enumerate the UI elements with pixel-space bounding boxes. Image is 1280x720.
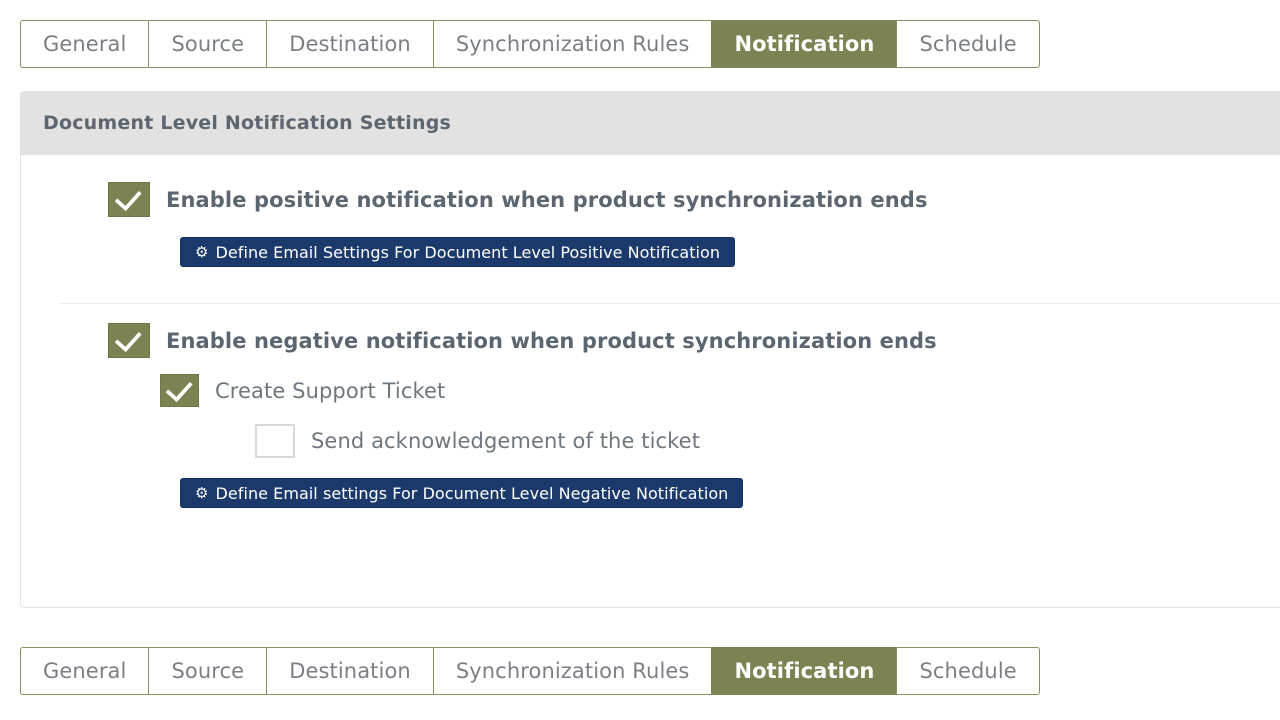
button-label: Define Email Settings For Document Level… <box>215 242 721 262</box>
notification-settings-panel: Document Level Notification Settings Ena… <box>20 91 1280 608</box>
define-email-settings-negative-button[interactable]: ⚙ Define Email settings For Document Lev… <box>180 478 744 508</box>
negative-button-row: ⚙ Define Email settings For Document Lev… <box>180 478 1280 508</box>
tab-general-bottom[interactable]: General <box>20 647 149 695</box>
check-icon <box>165 374 193 403</box>
create-support-ticket-checkbox[interactable] <box>160 374 199 407</box>
create-support-ticket-label: Create Support Ticket <box>215 378 446 403</box>
tab-label: Notification <box>734 32 875 56</box>
tab-bar-top: General Source Destination Synchronizati… <box>20 20 1040 68</box>
tab-label: Source <box>171 32 245 56</box>
tab-label: Source <box>171 659 245 683</box>
create-support-ticket-row: Create Support Ticket <box>160 374 1280 407</box>
positive-button-row: ⚙ Define Email Settings For Document Lev… <box>180 237 1280 267</box>
tab-label: General <box>43 659 127 683</box>
gear-icon: ⚙ <box>195 242 209 261</box>
tab-synchronization-rules-top[interactable]: Synchronization Rules <box>432 20 712 68</box>
tab-bar-bottom: General Source Destination Synchronizati… <box>20 647 1040 695</box>
check-icon <box>114 183 142 212</box>
enable-positive-notification-label: Enable positive notification when produc… <box>166 187 928 212</box>
tab-notification-bottom[interactable]: Notification <box>711 647 897 695</box>
notification-settings-page: General Source Destination Synchronizati… <box>0 0 1280 720</box>
tab-destination-bottom[interactable]: Destination <box>266 647 433 695</box>
send-acknowledgement-checkbox[interactable] <box>255 424 295 458</box>
define-email-settings-positive-button[interactable]: ⚙ Define Email Settings For Document Lev… <box>180 237 736 267</box>
button-label: Define Email settings For Document Level… <box>215 483 729 503</box>
send-acknowledgement-row: Send acknowledgement of the ticket <box>255 424 1280 458</box>
tab-label: Synchronization Rules <box>455 659 690 683</box>
tab-label: Synchronization Rules <box>455 32 690 56</box>
tab-synchronization-rules-bottom[interactable]: Synchronization Rules <box>432 647 712 695</box>
panel-title: Document Level Notification Settings <box>43 112 451 134</box>
tab-label: Schedule <box>919 32 1017 56</box>
enable-negative-notification-checkbox[interactable] <box>108 323 150 358</box>
tab-destination-top[interactable]: Destination <box>266 20 433 68</box>
panel-body: Enable positive notification when produc… <box>21 182 1280 508</box>
check-icon <box>114 324 142 353</box>
tab-general-top[interactable]: General <box>20 20 149 68</box>
send-acknowledgement-label: Send acknowledgement of the ticket <box>311 429 701 453</box>
tab-label: Notification <box>734 659 875 683</box>
gear-icon: ⚙ <box>195 483 209 502</box>
tab-schedule-top[interactable]: Schedule <box>896 20 1040 68</box>
tab-label: Destination <box>289 659 411 683</box>
tab-source-top[interactable]: Source <box>148 20 267 68</box>
tab-schedule-bottom[interactable]: Schedule <box>896 647 1040 695</box>
enable-negative-notification-label: Enable negative notification when produc… <box>166 328 937 353</box>
tab-source-bottom[interactable]: Source <box>148 647 267 695</box>
enable-positive-notification-checkbox[interactable] <box>108 182 150 217</box>
panel-header: Document Level Notification Settings <box>21 92 1280 155</box>
tab-notification-top[interactable]: Notification <box>711 20 897 68</box>
positive-notification-row: Enable positive notification when produc… <box>108 182 1280 217</box>
section-divider <box>59 303 1280 304</box>
negative-notification-row: Enable negative notification when produc… <box>108 323 1280 358</box>
tab-label: Destination <box>289 32 411 56</box>
tab-label: Schedule <box>919 659 1017 683</box>
tab-label: General <box>43 32 127 56</box>
